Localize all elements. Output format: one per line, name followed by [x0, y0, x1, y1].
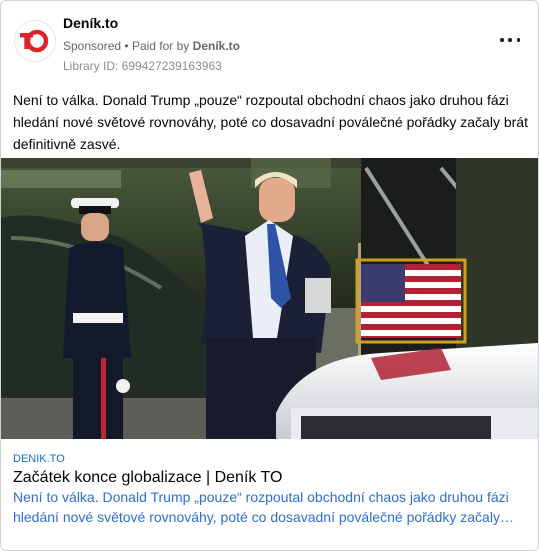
sponsored-line: Sponsored • Paid for by Deník.to [63, 38, 240, 54]
link-domain: DENIK.TO [13, 453, 65, 465]
ad-card: Deník.to Sponsored • Paid for by Deník.t… [0, 0, 539, 551]
library-id: Library ID: 699427239163963 [63, 59, 222, 73]
paid-for-by-label: Paid for by [131, 39, 190, 53]
ad-meta: Deník.to Sponsored • Paid for by Deník.t… [63, 13, 240, 74]
page-avatar[interactable] [14, 20, 56, 62]
ad-primary-text: Není to válka. Donald Trump „pouze“ rozp… [13, 92, 528, 152]
denik-logo-icon [20, 29, 49, 53]
more-options-icon[interactable] [500, 35, 520, 45]
ad-photo[interactable] [1, 158, 538, 439]
link-headline[interactable]: Začátek konce globalizace | Deník TO [13, 467, 282, 489]
page-name-link[interactable]: Deník.to [63, 14, 240, 32]
payer-name[interactable]: Deník.to [193, 39, 240, 53]
ad-header: Deník.to Sponsored • Paid for by Deník.t… [13, 13, 526, 73]
sponsored-label: Sponsored [63, 39, 122, 53]
link-preview[interactable]: DENIK.TO Začátek konce globalizace | Den… [1, 439, 538, 550]
separator-dot: • [124, 39, 129, 53]
link-description: Není to válka. Donald Trump „pouze“ rozp… [13, 489, 509, 525]
